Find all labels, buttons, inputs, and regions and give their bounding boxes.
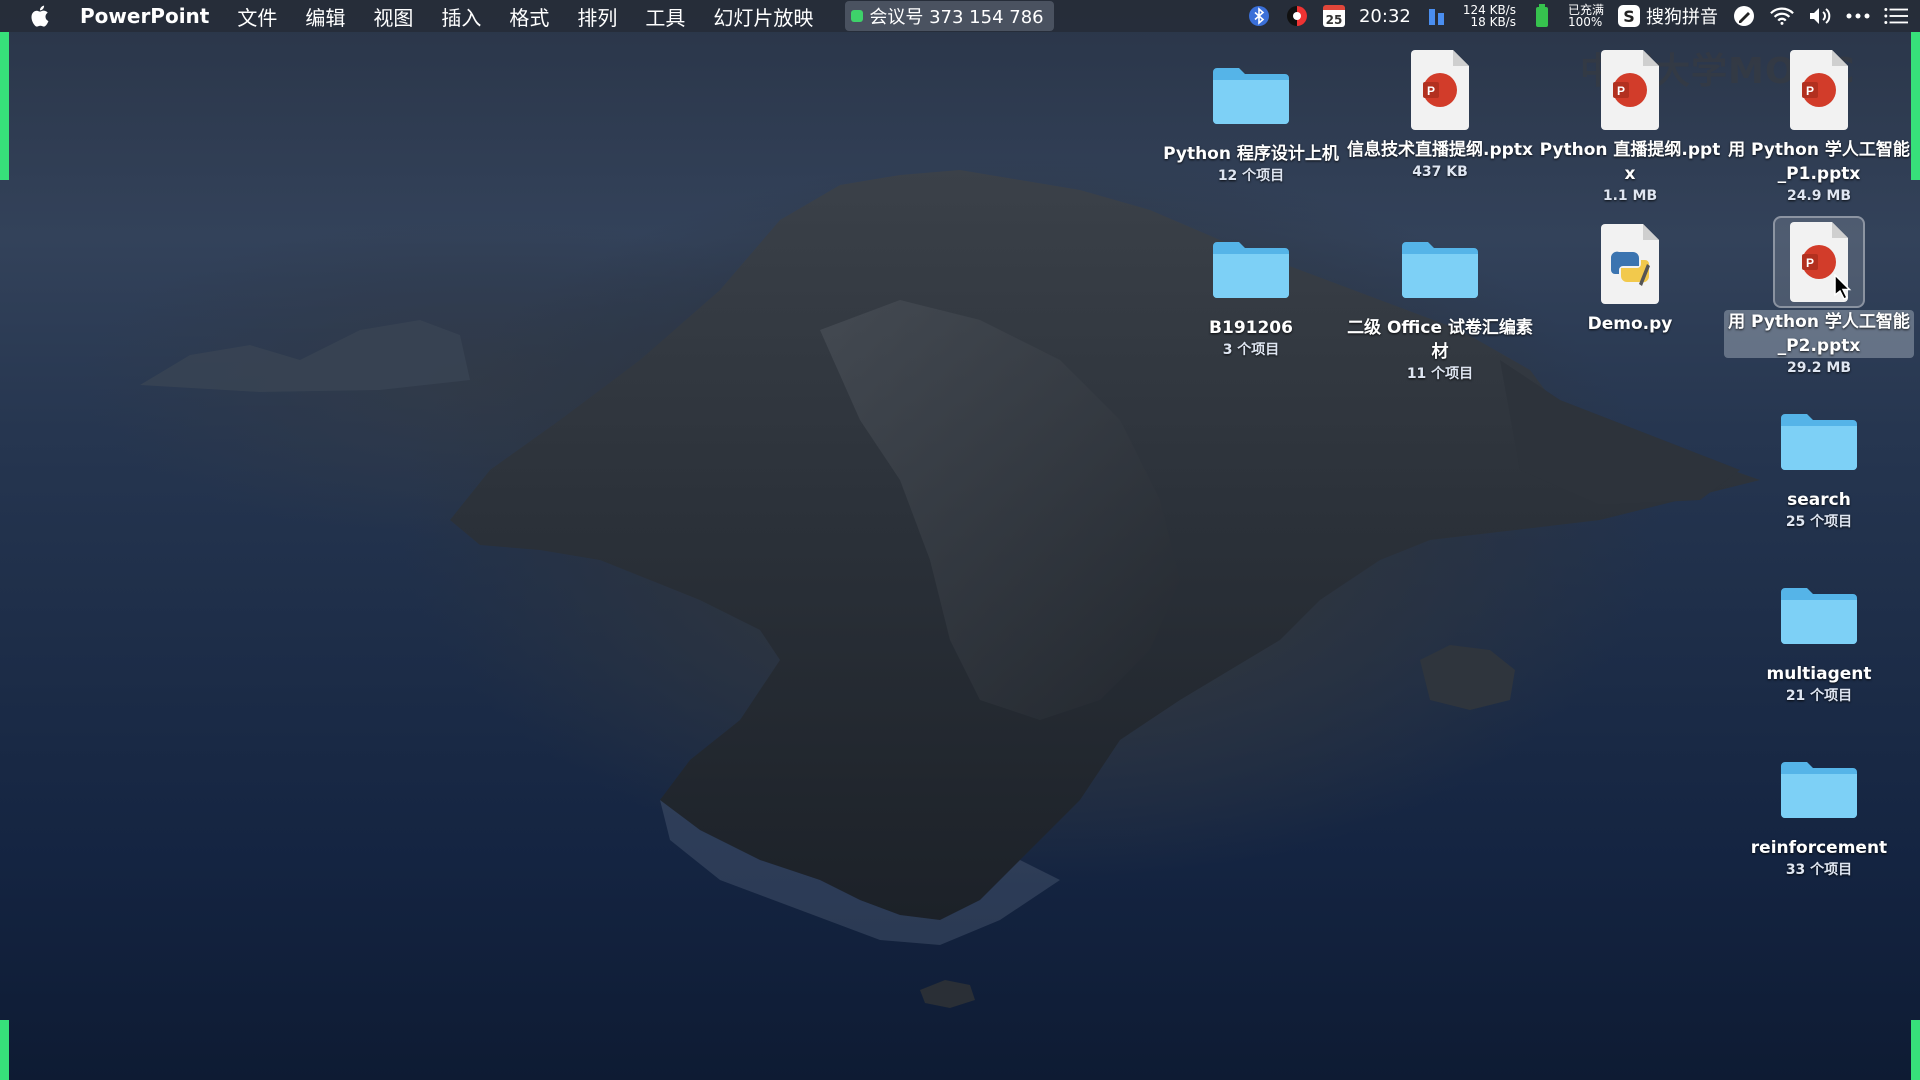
desktop-item-python-lab[interactable]: Python 程序设计上机 12 个项目 [1156, 52, 1346, 186]
menu-arrange[interactable]: 排列 [577, 2, 617, 31]
item-info: 29.2 MB [1786, 360, 1852, 376]
input-method[interactable]: S 搜狗拼音 [1618, 3, 1718, 29]
desktop: PowerPoint 文件 编辑 视图 插入 格式 排列 工具 幻灯片放映 会议… [0, 0, 1920, 1080]
item-info: 3 个项目 [1222, 342, 1280, 358]
pen-icon[interactable] [1732, 4, 1756, 28]
battery-percent: 100% [1567, 15, 1603, 29]
item-label: reinforcement [1750, 838, 1888, 858]
desktop-item-info-tech-pptx[interactable]: P 信息技术直播提纲.pptx 437 KB [1345, 48, 1535, 182]
item-label: search [1787, 490, 1851, 510]
item-label: 信息技术直播提纲.pptx [1347, 140, 1533, 160]
desktop-item-ai-p2-pptx[interactable]: P 用 Python 学人工智能_P2.pptx 29.2 MB [1724, 216, 1914, 378]
apple-icon[interactable] [30, 4, 52, 28]
desktop-item-ai-p1-pptx[interactable]: P 用 Python 学人工智能_P1.pptx 24.9 MB [1724, 48, 1914, 206]
meeting-number: 会议号 373 154 786 [869, 7, 1044, 28]
colorsync-icon[interactable] [1285, 4, 1309, 28]
item-label: 二级 Office 试卷汇编素材 [1347, 318, 1533, 362]
desktop-item-b191206[interactable]: B191206 3 个项目 [1156, 226, 1346, 360]
folder-icon [1398, 226, 1482, 310]
clock-time[interactable]: 20:32 [1359, 6, 1411, 27]
wifi-icon[interactable] [1770, 4, 1794, 28]
menu-file[interactable]: 文件 [237, 2, 277, 31]
item-info: 1.1 MB [1602, 188, 1658, 204]
folder-icon [1777, 746, 1861, 830]
meeting-indicator-icon [851, 10, 864, 22]
capture-edge-bottom-left [0, 1020, 9, 1080]
more-icon[interactable] [1846, 4, 1870, 28]
menu-edit[interactable]: 编辑 [305, 2, 345, 31]
item-info: 21 个项目 [1785, 688, 1853, 704]
menu-slideshow[interactable]: 幻灯片放映 [713, 2, 813, 31]
desktop-item-search[interactable]: search 25 个项目 [1724, 398, 1914, 532]
folder-icon [1209, 52, 1293, 136]
battery-icon[interactable] [1530, 4, 1554, 28]
mouse-cursor-icon [1834, 274, 1852, 300]
bluetooth-icon[interactable] [1247, 4, 1271, 28]
item-info: 437 KB [1412, 164, 1468, 180]
item-info: 12 个项目 [1217, 168, 1285, 184]
pptx-file-icon: P [1777, 48, 1861, 132]
pptx-file-icon: P [1588, 48, 1672, 132]
network-speed: 124 KB/s 18 KB/s [1463, 4, 1516, 28]
item-label: Python 程序设计上机 [1163, 144, 1339, 164]
item-info: 24.9 MB [1786, 188, 1852, 204]
svg-text:P: P [1806, 256, 1814, 270]
network-speed-icon [1425, 4, 1449, 28]
item-label: Demo.py [1587, 314, 1673, 334]
control-center-icon[interactable] [1884, 4, 1908, 28]
desktop-item-python-live-pptx[interactable]: P Python 直播提纲.pptx 1.1 MB [1535, 48, 1725, 206]
item-label: 用 Python 学人工智能_P2.pptx [1724, 310, 1914, 358]
desktop-item-demo-py[interactable]: Demo.py [1535, 222, 1725, 336]
sogou-icon: S [1618, 5, 1640, 27]
item-label: B191206 [1209, 318, 1293, 338]
desktop-item-reinforcement[interactable]: reinforcement 33 个项目 [1724, 746, 1914, 880]
menu-format[interactable]: 格式 [509, 2, 549, 31]
item-info: 33 个项目 [1785, 862, 1853, 878]
menu-bar: PowerPoint 文件 编辑 视图 插入 格式 排列 工具 幻灯片放映 会议… [0, 0, 1920, 32]
svg-text:P: P [1427, 84, 1435, 98]
net-down: 18 KB/s [1470, 15, 1516, 29]
folder-icon [1777, 398, 1861, 482]
folder-icon [1209, 226, 1293, 310]
pptx-file-icon: P [1398, 48, 1482, 132]
capture-edge-top-left [0, 32, 9, 180]
capture-edge-bottom-right [1911, 1020, 1920, 1080]
volume-icon[interactable] [1808, 4, 1832, 28]
python-file-icon [1588, 222, 1672, 306]
svg-text:P: P [1806, 84, 1814, 98]
battery-status: 已充满 100% [1568, 4, 1604, 28]
folder-icon [1777, 572, 1861, 656]
desktop-item-office-exam[interactable]: 二级 Office 试卷汇编素材 11 个项目 [1345, 226, 1535, 384]
item-info: 25 个项目 [1785, 514, 1853, 530]
app-menu-powerpoint[interactable]: PowerPoint [80, 4, 209, 28]
item-label: 用 Python 学人工智能_P1.pptx [1728, 140, 1910, 184]
meeting-indicator[interactable]: 会议号 373 154 786 [845, 1, 1054, 31]
svg-text:P: P [1617, 84, 1625, 98]
menu-insert[interactable]: 插入 [441, 2, 481, 31]
desktop-item-multiagent[interactable]: multiagent 21 个项目 [1724, 572, 1914, 706]
item-label: multiagent [1766, 664, 1872, 684]
item-info: 11 个项目 [1406, 366, 1474, 382]
input-method-label: 搜狗拼音 [1646, 7, 1718, 28]
menu-view[interactable]: 视图 [373, 2, 413, 31]
item-label: Python 直播提纲.pptx [1539, 140, 1721, 184]
menu-tools[interactable]: 工具 [645, 2, 685, 31]
calendar-icon[interactable]: 25 [1322, 5, 1345, 27]
menu-bar-right: 25 20:32 124 KB/s 18 KB/s 已充满 100% S 搜狗拼… [1247, 3, 1908, 29]
menu-bar-left: PowerPoint 文件 编辑 视图 插入 格式 排列 工具 幻灯片放映 会议… [30, 1, 1054, 31]
